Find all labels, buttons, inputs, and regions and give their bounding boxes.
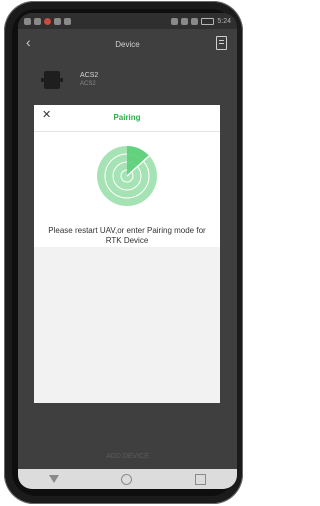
device-name: ACS2 xyxy=(80,72,99,79)
document-icon[interactable] xyxy=(216,36,227,50)
nfc-icon xyxy=(171,17,179,25)
dialog-body-area xyxy=(34,247,220,403)
status-bar: 5:24 xyxy=(18,13,237,29)
status-time: 5:24 xyxy=(217,17,231,25)
app-screen: 5:24 ‹ Device ACS2 ACS2 ADD DEVICE ✕ Pai… xyxy=(18,13,237,489)
status-right-icons: 5:24 xyxy=(171,17,231,25)
radar-scan-icon xyxy=(97,146,157,206)
dialog-title: Pairing xyxy=(113,113,141,122)
app-icon xyxy=(64,17,71,25)
nav-home-circle-icon[interactable] xyxy=(121,473,133,485)
wifi-icon xyxy=(34,17,41,25)
status-left-icons xyxy=(24,17,71,25)
pairing-dialog: ✕ Pairing Please restart UAV,or enter Pa… xyxy=(34,105,220,403)
nav-recent-square-icon[interactable] xyxy=(194,473,206,485)
device-subtitle: ACS2 xyxy=(80,81,96,87)
bluetooth-icon xyxy=(181,17,189,25)
warning-icon xyxy=(54,17,61,25)
battery-icon xyxy=(201,17,215,25)
back-chevron-icon[interactable]: ‹ xyxy=(26,35,31,49)
device-list-item[interactable]: ACS2 ACS2 xyxy=(18,59,237,103)
notification-icon xyxy=(44,17,51,25)
page-title: Device xyxy=(115,39,140,49)
system-navigation-bar xyxy=(18,469,237,489)
location-icon xyxy=(191,17,199,25)
add-device-button[interactable]: ADD DEVICE xyxy=(18,453,237,460)
app-header: ‹ Device xyxy=(18,29,237,59)
phone-frame: 5:24 ‹ Device ACS2 ACS2 ADD DEVICE ✕ Pai… xyxy=(4,1,243,504)
dialog-header: ✕ Pairing xyxy=(34,105,220,132)
nav-back-triangle-icon[interactable] xyxy=(49,475,60,483)
pairing-message: Please restart UAV,or enter Pairing mode… xyxy=(48,226,206,245)
device-icon xyxy=(41,71,63,89)
signal-icon xyxy=(24,17,31,25)
